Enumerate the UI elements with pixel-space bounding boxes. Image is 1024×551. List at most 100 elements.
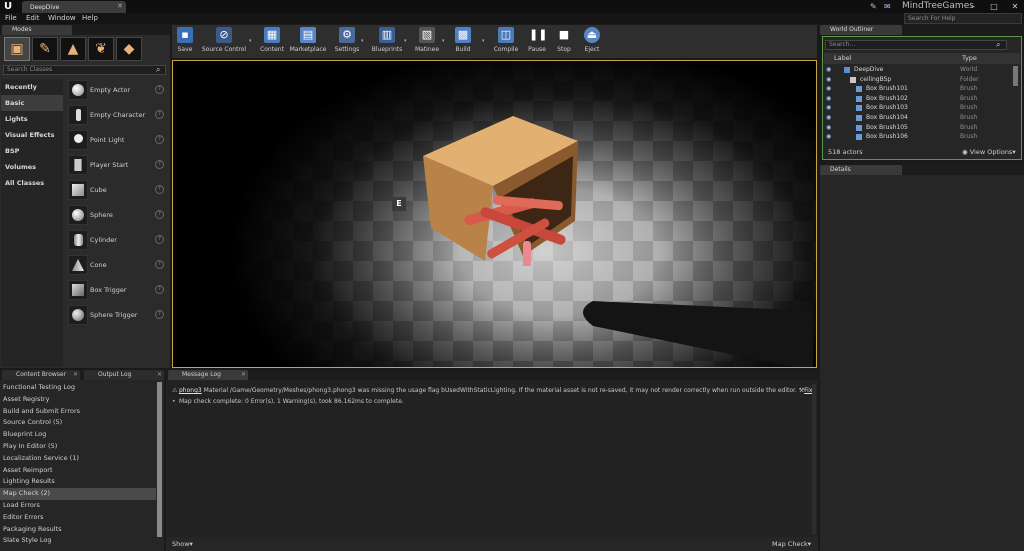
place-item-cube[interactable]: Cube ? xyxy=(65,178,168,202)
menu-help[interactable]: Help xyxy=(82,13,98,24)
outliner-row[interactable]: ◉ Box Brush102 Brush xyxy=(824,94,1014,104)
close-window-icon[interactable]: ✕ xyxy=(1008,0,1022,13)
tab-content-browser[interactable]: Content Browser ✕ xyxy=(2,370,80,380)
log-category-item[interactable]: Asset Reimport xyxy=(0,465,156,477)
place-mode-icon[interactable]: ▣ xyxy=(4,37,30,61)
tab-details[interactable]: Details xyxy=(820,165,902,175)
category-lights[interactable]: Lights xyxy=(1,111,63,127)
category-recently-placed[interactable]: Recently Placed xyxy=(1,79,63,107)
column-type[interactable]: Type xyxy=(962,53,977,64)
show-filter-button[interactable]: Show▾ xyxy=(172,540,193,548)
log-category-item[interactable]: Editor Errors xyxy=(0,512,156,524)
place-item-empty-character[interactable]: Empty Character ? xyxy=(65,103,168,127)
place-item-sphere-trigger[interactable]: Sphere Trigger ? xyxy=(65,303,168,327)
place-item-player-start[interactable]: Player Start ? xyxy=(65,153,168,177)
matinee-button[interactable]: ▧ Matinee xyxy=(412,27,442,57)
content-button[interactable]: ▦ Content xyxy=(258,27,286,57)
place-item-point-light[interactable]: Point Light ? xyxy=(65,128,168,152)
maximize-icon[interactable]: □ xyxy=(987,0,1001,13)
source-control-button[interactable]: ⊘ Source Control xyxy=(200,27,248,57)
landscape-mode-icon[interactable]: ▲ xyxy=(60,37,86,61)
category-volumes[interactable]: Volumes xyxy=(1,159,63,175)
log-category-item[interactable]: Functional Testing Log xyxy=(0,382,156,394)
notifications-icon[interactable]: ✉ xyxy=(884,2,891,11)
settings-button[interactable]: ⚙ Settings xyxy=(333,27,361,57)
help-icon[interactable]: ? xyxy=(155,85,164,94)
build-dropdown-icon[interactable]: ▾ xyxy=(482,38,485,44)
minimize-icon[interactable]: – xyxy=(966,0,980,13)
feedback-icon[interactable]: ✎ xyxy=(870,2,877,11)
column-label[interactable]: Label xyxy=(834,53,852,64)
outliner-scrollbar[interactable] xyxy=(1013,66,1018,86)
log-category-item[interactable]: Lighting Results xyxy=(0,476,156,488)
paint-mode-icon[interactable]: ✎ xyxy=(32,37,58,61)
log-category-item[interactable]: Slate Style Log xyxy=(0,535,156,547)
help-icon[interactable]: ? xyxy=(155,110,164,119)
outliner-row[interactable]: ◉ ceilingBSp Folder xyxy=(824,75,1014,85)
outliner-row[interactable]: ◉ Box Brush101 Brush xyxy=(824,84,1014,94)
outliner-row[interactable]: ◉ Box Brush104 Brush xyxy=(824,113,1014,123)
place-item-cylinder[interactable]: Cylinder ? xyxy=(65,228,168,252)
place-item-cone[interactable]: Cone ? xyxy=(65,253,168,277)
category-basic[interactable]: Basic xyxy=(1,95,63,111)
help-icon[interactable]: ? xyxy=(155,310,164,319)
help-icon[interactable]: ? xyxy=(155,160,164,169)
visibility-eye-icon[interactable]: ◉ xyxy=(826,132,831,142)
help-icon[interactable]: ? xyxy=(155,285,164,294)
log-category-item[interactable]: Source Control (5) xyxy=(0,417,156,429)
compile-button[interactable]: ◫ Compile xyxy=(492,27,520,57)
help-icon[interactable]: ? xyxy=(155,260,164,269)
visibility-eye-icon[interactable]: ◉ xyxy=(826,94,831,104)
menu-window[interactable]: Window xyxy=(48,13,76,24)
save-button[interactable]: ▪ Save xyxy=(174,27,196,57)
outliner-row[interactable]: ◉ Box Brush105 Brush xyxy=(824,123,1014,133)
log-category-item[interactable]: Packaging Results xyxy=(0,524,156,536)
outliner-row[interactable]: ◉ Box Brush106 Brush xyxy=(824,132,1014,142)
help-icon[interactable]: ? xyxy=(155,235,164,244)
outliner-row[interactable]: ◉ DeepDive World xyxy=(824,65,1014,75)
settings-dropdown-icon[interactable]: ▾ xyxy=(361,38,364,44)
log-category-item[interactable]: Blueprint Log xyxy=(0,429,156,441)
geometry-mode-icon[interactable]: ◆ xyxy=(116,37,142,61)
close-tab-icon[interactable]: ✕ xyxy=(117,2,123,10)
place-item-sphere[interactable]: Sphere ? xyxy=(65,203,168,227)
category-all-classes[interactable]: All Classes xyxy=(1,175,63,191)
close-icon[interactable]: ✕ xyxy=(241,370,246,380)
visibility-eye-icon[interactable]: ◉ xyxy=(826,75,831,85)
log-filter-dropdown[interactable]: Map Check▾ xyxy=(772,540,811,548)
outliner-search-input[interactable]: Search... xyxy=(825,40,1007,50)
log-category-item[interactable]: Load Errors xyxy=(0,500,156,512)
foliage-mode-icon[interactable]: ❦ xyxy=(88,37,114,61)
tab-modes[interactable]: Modes xyxy=(2,25,72,35)
tab-world-outliner[interactable]: World Outliner xyxy=(820,25,902,35)
place-item-empty-actor[interactable]: Empty Actor ? xyxy=(65,78,168,102)
log-category-item[interactable]: Build and Submit Errors xyxy=(0,406,156,418)
category-bsp[interactable]: BSP xyxy=(1,143,63,159)
visibility-eye-icon[interactable]: ◉ xyxy=(826,123,831,133)
level-viewport[interactable]: E xyxy=(172,60,817,368)
asset-link[interactable]: phong3 xyxy=(179,387,202,394)
stop-button[interactable]: ■ Stop xyxy=(553,27,575,57)
source-control-dropdown-icon[interactable]: ▾ xyxy=(249,38,252,44)
help-icon[interactable]: ? xyxy=(155,185,164,194)
help-icon[interactable]: ? xyxy=(155,210,164,219)
search-help-input[interactable]: Search For Help xyxy=(904,13,1022,24)
marketplace-button[interactable]: ▤ Marketplace xyxy=(289,27,327,57)
category-visual-effects[interactable]: Visual Effects xyxy=(1,127,63,143)
place-item-box-trigger[interactable]: Box Trigger ? xyxy=(65,278,168,302)
build-button[interactable]: ▩ Build xyxy=(452,27,474,57)
tab-message-log[interactable]: Message Log ✕ xyxy=(168,370,248,380)
log-category-item[interactable]: Play In Editor (5) xyxy=(0,441,156,453)
close-icon[interactable]: ✕ xyxy=(157,370,162,380)
visibility-eye-icon[interactable]: ◉ xyxy=(826,113,831,123)
matinee-dropdown-icon[interactable]: ▾ xyxy=(442,38,445,44)
visibility-eye-icon[interactable]: ◉ xyxy=(826,65,831,75)
log-category-item[interactable]: Localization Service (1) xyxy=(0,453,156,465)
view-options-button[interactable]: ◉ View Options▾ xyxy=(962,148,1016,156)
log-list-scrollbar[interactable] xyxy=(157,382,162,537)
message-scrollbar[interactable] xyxy=(812,384,816,534)
search-classes-input[interactable]: Search Classes xyxy=(3,65,166,75)
eject-button[interactable]: ⏏ Eject xyxy=(581,27,603,57)
blueprints-button[interactable]: ▥ Blueprints xyxy=(370,27,404,57)
visibility-eye-icon[interactable]: ◉ xyxy=(826,84,831,94)
